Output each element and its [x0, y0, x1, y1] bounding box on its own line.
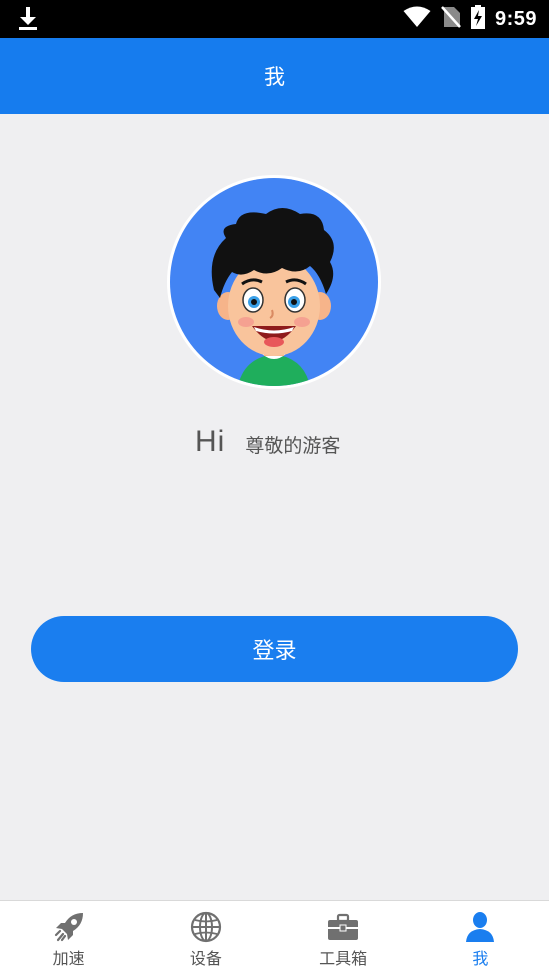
tab-toolbox[interactable]: 工具箱: [275, 901, 412, 978]
status-icons: 9:59: [403, 4, 537, 34]
app-header: 我: [0, 38, 549, 114]
battery-charging-icon: [470, 5, 485, 33]
tab-devices[interactable]: 设备: [137, 901, 274, 978]
tab-label: 我: [472, 949, 489, 968]
tab-label: 工具箱: [319, 949, 368, 968]
tab-me[interactable]: 我: [412, 901, 549, 978]
globe-icon: [190, 911, 222, 943]
login-button[interactable]: 登录: [31, 616, 518, 682]
tab-accelerate[interactable]: 加速: [0, 901, 137, 978]
tab-label: 加速: [52, 949, 85, 968]
rocket-icon: [53, 911, 85, 943]
user-icon: [464, 911, 496, 943]
status-time: 9:59: [494, 7, 537, 30]
greeting-hi: Hi: [195, 425, 226, 458]
avatar[interactable]: [170, 178, 378, 386]
toolbox-icon: [327, 911, 359, 943]
tab-label: 设备: [189, 949, 222, 968]
no-sim-icon: [441, 6, 461, 32]
greeting-name: 尊敬的游客: [245, 434, 341, 457]
status-bar: 9:59: [0, 0, 549, 38]
bottom-tab-bar: 加速 设备 工具箱 我: [0, 900, 549, 978]
page-title: 我: [264, 65, 285, 89]
wifi-icon: [403, 6, 431, 32]
greeting: Hi 尊敬的游客: [195, 420, 395, 464]
download-icon: [16, 6, 40, 32]
